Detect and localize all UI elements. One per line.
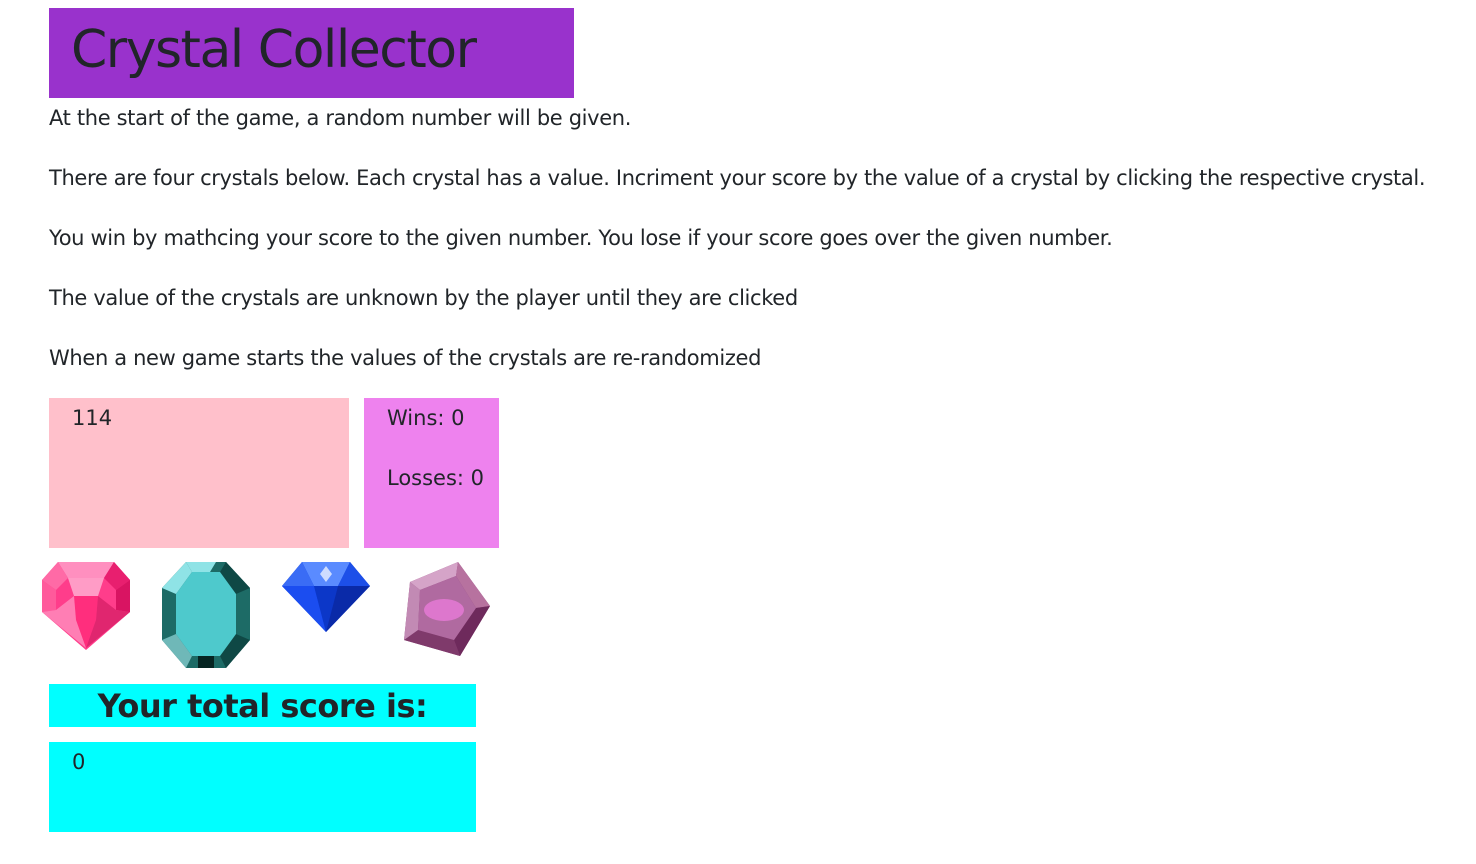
game-container: Crystal Collector At the start of the ga… xyxy=(42,8,1469,832)
stats-box: Wins: 0 Losses: 0 xyxy=(364,398,499,548)
score-value: 0 xyxy=(72,750,86,774)
instruction-line: At the start of the game, a random numbe… xyxy=(49,106,632,130)
info-row: 114 Wins: 0 Losses: 0 xyxy=(49,398,499,548)
crystal-button-3[interactable] xyxy=(280,560,372,670)
wins-count: Wins: 0 xyxy=(387,406,465,430)
instruction-line: The value of the crystals are unknown by… xyxy=(49,286,798,310)
page-title: Crystal Collector xyxy=(71,20,477,80)
instructions: At the start of the game, a random numbe… xyxy=(49,98,1469,398)
score-box: 0 xyxy=(49,742,476,832)
crystal-row xyxy=(40,560,520,670)
crystal-button-4[interactable] xyxy=(400,560,492,670)
pink-gem-icon xyxy=(42,562,130,650)
losses-count: Losses: 0 xyxy=(387,466,485,490)
target-number-box: 114 xyxy=(49,398,349,548)
instruction-line: You win by mathcing your score to the gi… xyxy=(49,226,1113,250)
crystal-button-2[interactable] xyxy=(160,560,252,670)
instruction-line: When a new game starts the values of the… xyxy=(49,346,762,370)
crystal-button-1[interactable] xyxy=(40,560,132,670)
title-banner: Crystal Collector xyxy=(49,8,574,98)
instruction-line: There are four crystals below. Each crys… xyxy=(49,166,1426,190)
target-number: 114 xyxy=(72,406,113,430)
score-header: Your total score is: xyxy=(49,684,476,727)
score-label: Your total score is: xyxy=(97,687,428,725)
blue-diamond-icon xyxy=(282,562,370,632)
purple-pentagon-gem-icon xyxy=(404,562,490,656)
teal-octagon-gem-icon xyxy=(162,562,250,668)
